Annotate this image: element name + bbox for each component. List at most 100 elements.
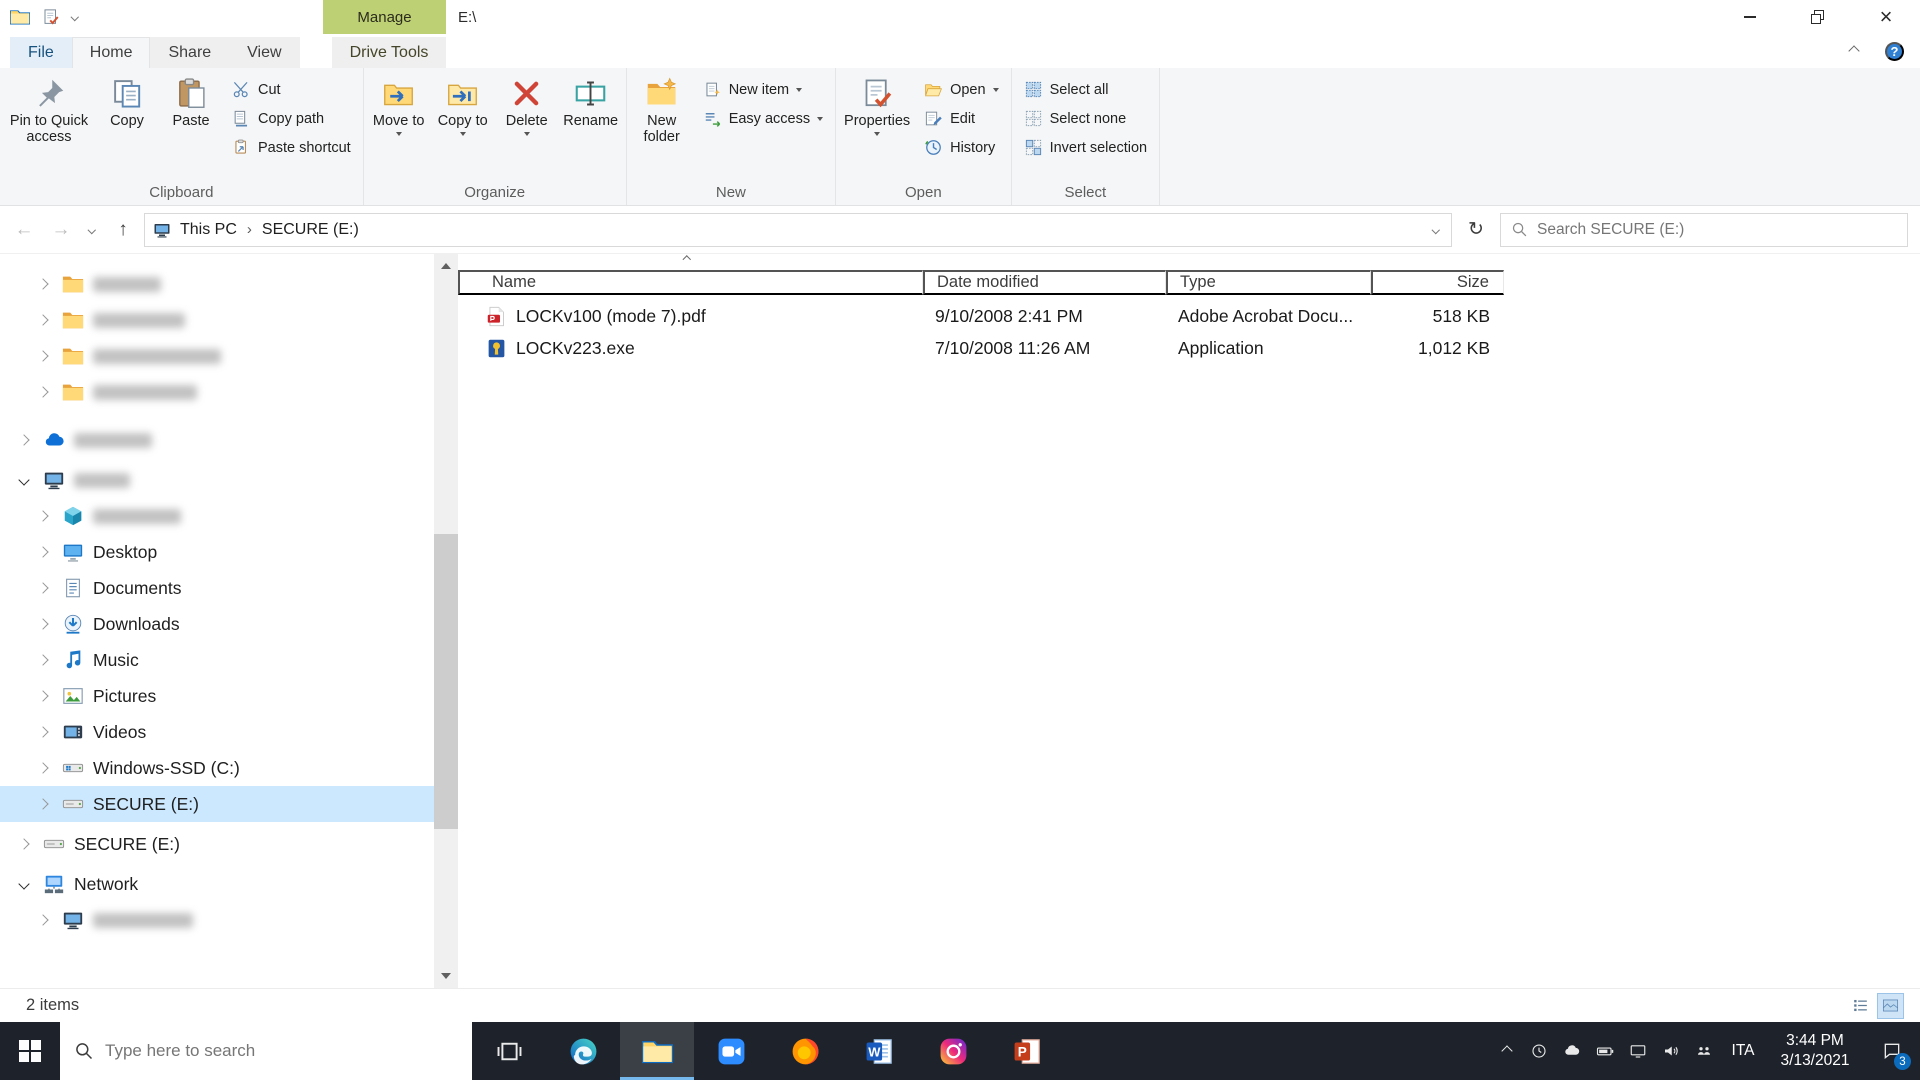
sidebar-item-pictures[interactable]: Pictures: [0, 678, 434, 714]
taskbar-zoom-button[interactable]: [694, 1022, 768, 1080]
properties-button[interactable]: Properties: [839, 70, 915, 179]
pin-to-quick-access-button[interactable]: Pin to Quick access: [3, 70, 95, 179]
taskbar-firefox-button[interactable]: [768, 1022, 842, 1080]
history-button[interactable]: History: [915, 133, 1007, 162]
tab-home[interactable]: Home: [71, 37, 151, 68]
taskbar-search-input[interactable]: [105, 1041, 458, 1061]
sidebar-item-redacted-4[interactable]: [0, 374, 434, 410]
minimize-ribbon-button[interactable]: [1843, 35, 1865, 67]
sidebar-item-downloads[interactable]: Downloads: [0, 606, 434, 642]
chevron-right-icon[interactable]: [37, 618, 49, 630]
scrollbar-thumb[interactable]: [434, 534, 458, 829]
chevron-right-icon[interactable]: [37, 726, 49, 738]
sidebar-item-3d-objects[interactable]: [0, 498, 434, 534]
chevron-right-icon[interactable]: [37, 798, 49, 810]
sidebar-item-redacted-2[interactable]: [0, 302, 434, 338]
chevron-right-icon[interactable]: [37, 314, 49, 326]
sidebar-item-windows-ssd-c[interactable]: Windows-SSD (C:): [0, 750, 434, 786]
help-button[interactable]: ?: [1885, 41, 1904, 61]
restore-button[interactable]: [1784, 0, 1852, 34]
hidden-icons-button[interactable]: [1492, 1022, 1522, 1080]
tray-battery-icon[interactable]: [1588, 1022, 1621, 1080]
easy-access-button[interactable]: Easy access: [694, 104, 832, 133]
sidebar-item-documents[interactable]: Documents: [0, 570, 434, 606]
address-dropdown-button[interactable]: [1421, 214, 1451, 246]
breadcrumb-this-pc[interactable]: This PC: [171, 214, 246, 246]
select-none-button[interactable]: Select none: [1015, 104, 1157, 133]
taskbar-powerpoint-button[interactable]: [990, 1022, 1064, 1080]
recent-locations-button[interactable]: [82, 214, 102, 246]
up-button[interactable]: ↑: [107, 214, 139, 246]
copy-button[interactable]: Copy: [95, 70, 159, 179]
taskbar-file-explorer-button[interactable]: [620, 1022, 694, 1080]
scrollbar-down-button[interactable]: [434, 964, 458, 988]
sidebar-scrollbar[interactable]: [434, 254, 458, 988]
column-header-type[interactable]: Type: [1166, 269, 1371, 295]
column-header-name[interactable]: Name: [458, 269, 923, 295]
start-button[interactable]: [0, 1022, 60, 1080]
chevron-right-icon[interactable]: [37, 546, 49, 558]
forward-button[interactable]: →: [45, 214, 77, 246]
sidebar-item-secure-e[interactable]: SECURE (E:): [0, 826, 434, 862]
chevron-right-icon[interactable]: [18, 434, 30, 446]
taskbar-word-button[interactable]: [842, 1022, 916, 1080]
paste-button[interactable]: Paste: [159, 70, 223, 179]
refresh-button[interactable]: ↻: [1457, 213, 1495, 247]
invert-selection-button[interactable]: Invert selection: [1015, 133, 1157, 162]
chevron-down-icon[interactable]: [18, 878, 30, 890]
sidebar-item-redacted-network-pc[interactable]: [0, 902, 434, 938]
sidebar-item-redacted-1[interactable]: [0, 266, 434, 302]
delete-button[interactable]: Delete: [495, 70, 559, 179]
cut-button[interactable]: Cut: [223, 75, 360, 104]
chevron-right-icon[interactable]: [37, 914, 49, 926]
tab-share[interactable]: Share: [150, 37, 230, 68]
chevron-right-icon[interactable]: [18, 838, 30, 850]
open-button[interactable]: Open: [915, 75, 1007, 104]
search-input[interactable]: [1537, 220, 1897, 239]
chevron-down-icon[interactable]: [18, 474, 30, 486]
new-item-button[interactable]: New item: [694, 75, 832, 104]
back-button[interactable]: ←: [8, 214, 40, 246]
taskbar-edge-button[interactable]: [546, 1022, 620, 1080]
edit-button[interactable]: Edit: [915, 104, 1007, 133]
select-all-button[interactable]: Select all: [1015, 75, 1157, 104]
sidebar-item-music[interactable]: Music: [0, 642, 434, 678]
new-folder-button[interactable]: New folder: [630, 70, 694, 179]
rename-button[interactable]: Rename: [559, 70, 623, 179]
sidebar-item-redacted-3[interactable]: [0, 338, 434, 374]
tray-people-icon[interactable]: [1687, 1022, 1720, 1080]
column-header-size[interactable]: Size: [1371, 269, 1504, 295]
large-icons-view-button[interactable]: [1877, 992, 1904, 1019]
sidebar-item-this-pc[interactable]: [0, 462, 434, 498]
taskbar-instagram-button[interactable]: [916, 1022, 990, 1080]
file-row-lockv100-pdf[interactable]: LOCKv100 (mode 7).pdf 9/10/2008 2:41 PM …: [458, 300, 1920, 332]
clock[interactable]: 3:44 PM 3/13/2021: [1766, 1022, 1864, 1080]
paste-shortcut-button[interactable]: Paste shortcut: [223, 133, 360, 162]
tray-display-icon[interactable]: [1621, 1022, 1654, 1080]
tab-view[interactable]: View: [229, 37, 300, 68]
sidebar-item-onedrive[interactable]: [0, 422, 434, 458]
copy-to-button[interactable]: Copy to: [431, 70, 495, 179]
file-row-lockv223-exe[interactable]: LOCKv223.exe 7/10/2008 11:26 AM Applicat…: [458, 332, 1920, 364]
tab-file[interactable]: File: [10, 37, 72, 68]
chevron-right-icon[interactable]: [37, 350, 49, 362]
sidebar-item-secure-e-selected[interactable]: SECURE (E:): [0, 786, 434, 822]
task-view-button[interactable]: [472, 1022, 546, 1080]
chevron-right-icon[interactable]: [37, 510, 49, 522]
qat-customize-icon[interactable]: [70, 13, 79, 21]
language-indicator[interactable]: ITA: [1720, 1022, 1766, 1080]
breadcrumb-secure-e[interactable]: SECURE (E:): [253, 214, 368, 246]
tab-drive-tools[interactable]: Drive Tools: [331, 37, 447, 68]
tray-clock-icon[interactable]: [1522, 1022, 1555, 1080]
sidebar-item-videos[interactable]: Videos: [0, 714, 434, 750]
address-box[interactable]: This PC › SECURE (E:): [144, 212, 1452, 247]
scrollbar-up-button[interactable]: [434, 254, 458, 278]
minimize-button[interactable]: [1716, 0, 1784, 34]
chevron-right-icon[interactable]: [37, 762, 49, 774]
chevron-right-icon[interactable]: [37, 386, 49, 398]
chevron-right-icon[interactable]: [37, 690, 49, 702]
tray-onedrive-icon[interactable]: [1555, 1022, 1588, 1080]
move-to-button[interactable]: Move to: [367, 70, 431, 179]
close-button[interactable]: ×: [1852, 0, 1920, 34]
sidebar-item-desktop[interactable]: Desktop: [0, 534, 434, 570]
